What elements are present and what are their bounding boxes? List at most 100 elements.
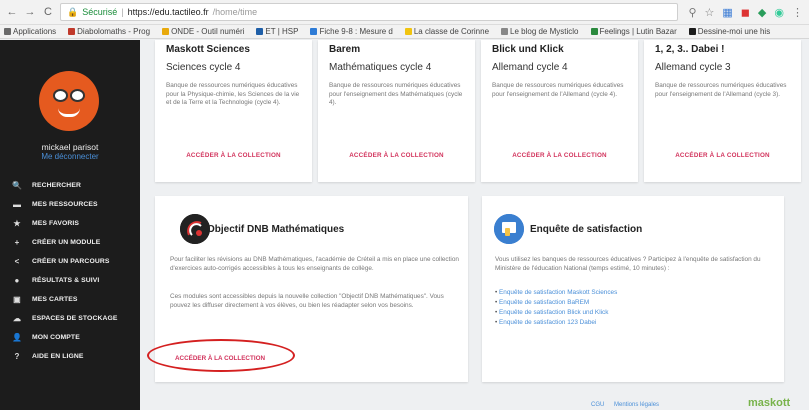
sidebar-item-label: CRÉER UN PARCOURS — [32, 258, 110, 265]
collection-title: 1, 2, 3.. Dabei ! — [655, 44, 725, 55]
dnb-paragraph: Ces modules sont accessibles depuis la n… — [170, 293, 444, 309]
dnb-title: Objectif DNB Mathématiques — [207, 224, 345, 235]
maskott-logo: maskott — [748, 397, 791, 409]
extension-icon[interactable]: ◆ — [758, 6, 766, 19]
sidebar-item[interactable]: ☁ ESPACES DE STOCKAGE — [0, 309, 140, 328]
extension-icon[interactable]: ◉ — [774, 6, 784, 19]
sidebar-item-label: MES FAVORIS — [32, 220, 80, 227]
bookmark-item[interactable]: Dessine-moi une his — [688, 27, 770, 36]
survey-thumb-icon — [494, 214, 524, 244]
collection-subtitle: Allemand cycle 3 — [655, 62, 731, 73]
bookmark-label: La classe de Corinne — [413, 27, 490, 36]
menu-icon: + — [14, 238, 20, 247]
bookmark-icon — [256, 28, 264, 35]
collection-title: Blick und Klick — [492, 44, 564, 55]
sidebar: mickael parisot Me déconnecter 🔍 RECHERCH… — [0, 40, 140, 410]
collection-title: Maskott Sciences — [166, 44, 250, 55]
logout-link[interactable]: Me déconnecter — [0, 152, 140, 161]
secure-label: Sécurisé — [82, 7, 118, 17]
extension-icon[interactable]: ◼ — [741, 6, 750, 19]
sidebar-item[interactable]: ▣ MES CARTES — [0, 290, 140, 309]
footer-cgu-link[interactable]: CGU — [591, 402, 604, 408]
collection-card: Blick und Klick Allemand cycle 4 Banque de… — [481, 40, 638, 182]
menu-icon: ★ — [13, 219, 21, 228]
collection-description: Banque de ressources numériques éducativ… — [166, 82, 300, 106]
collection-subtitle: Sciences cycle 4 — [166, 62, 241, 73]
sidebar-item-label: AIDE EN LIGNE — [32, 353, 84, 360]
menu-icon[interactable]: ⋮ — [792, 6, 803, 19]
user-name: mickael parisot — [41, 142, 99, 152]
collection-description: Banque de ressources numériques éducativ… — [492, 82, 624, 98]
bookmark-item[interactable]: La classe de Corinne — [404, 27, 490, 36]
zoom-icon[interactable]: ⚲ — [688, 6, 696, 19]
reload-icon[interactable]: C — [42, 6, 54, 18]
collection-card: Barem Mathématiques cycle 4 Banque de ress… — [318, 40, 475, 182]
bookmark-label: Feelings | Lutin Bazar — [599, 27, 677, 36]
sidebar-item[interactable]: ★ MES FAVORIS — [0, 214, 140, 233]
survey-title: Enquête de satisfaction — [530, 224, 643, 235]
bookmark-item[interactable]: Applications — [4, 27, 56, 36]
collection-title: Barem — [329, 44, 361, 55]
sidebar-item[interactable]: 👤 MON COMPTE — [0, 328, 140, 347]
collection-description: Banque de ressources numériques éducativ… — [655, 82, 787, 98]
collection-access-link[interactable]: ACCÉDER À LA COLLECTION — [318, 152, 475, 159]
back-icon[interactable]: ← — [6, 6, 18, 18]
bookmark-icon — [590, 28, 598, 35]
star-icon[interactable]: ☆ — [705, 6, 715, 19]
sidebar-item-label: MON COMPTE — [32, 334, 80, 341]
forward-icon[interactable]: → — [24, 6, 36, 18]
collection-access-link[interactable]: ACCÉDER À LA COLLECTION — [481, 152, 638, 159]
survey-link[interactable]: Enquête de satisfaction Maskott Sciences — [495, 288, 617, 298]
browser-toolbar: ← → C 🔒 Sécurisé | https://edu.tactileo.… — [0, 0, 809, 25]
menu-icon: ▬ — [12, 200, 22, 209]
bookmark-icon — [501, 28, 509, 35]
menu-icon: 👤 — [12, 333, 23, 342]
menu-icon: ☁ — [12, 314, 22, 323]
extension-icon[interactable]: ▦ — [722, 6, 732, 19]
bookmark-item[interactable]: Le blog de Mysticlo — [501, 27, 579, 36]
bookmark-icon — [404, 28, 412, 35]
avatar-mouth — [58, 108, 80, 117]
bookmark-label: Le blog de Mysticlo — [510, 27, 579, 36]
bookmark-icon — [4, 28, 11, 35]
bookmark-label: Diabolomaths - Prog — [77, 27, 151, 36]
annotation-circle — [147, 339, 295, 372]
survey-intro: Vous utilisez les banques de ressources … — [495, 256, 761, 272]
collection-card: Maskott Sciences Sciences cycle 4 Banque d… — [155, 40, 312, 182]
collection-subtitle: Mathématiques cycle 4 — [329, 62, 432, 73]
bookmark-icon — [688, 28, 696, 35]
sidebar-item[interactable]: ? AIDE EN LIGNE — [0, 347, 140, 366]
menu-icon: ● — [14, 276, 20, 285]
collection-card: 1, 2, 3.. Dabei ! Allemand cycle 3 Banque … — [644, 40, 801, 182]
menu-icon: ? — [14, 352, 20, 361]
sidebar-item[interactable]: < CRÉER UN PARCOURS — [0, 252, 140, 271]
survey-link[interactable]: Enquête de satisfaction Blick und Klick — [495, 308, 617, 318]
sidebar-item[interactable]: + CRÉER UN MODULE — [0, 233, 140, 252]
collection-access-link[interactable]: ACCÉDER À LA COLLECTION — [644, 152, 801, 159]
address-bar[interactable]: 🔒 Sécurisé | https://edu.tactileo.fr/hom… — [60, 3, 679, 21]
sidebar-menu: 🔍 RECHERCHER ▬ MES RESSOURCES ★ MES FAVORIS + C… — [0, 176, 140, 366]
sidebar-item-label: CRÉER UN MODULE — [32, 239, 101, 246]
sidebar-item-label: RECHERCHER — [32, 182, 81, 189]
survey-link[interactable]: Enquête de satisfaction BaREM — [495, 298, 617, 308]
sidebar-item[interactable]: 🔍 RECHERCHER — [0, 176, 140, 195]
bookmark-label: ONDE - Outil numéri — [171, 27, 245, 36]
lock-icon: 🔒 — [67, 6, 79, 17]
bookmark-item[interactable]: ONDE - Outil numéri — [162, 27, 244, 36]
bookmark-label: Fiche 9-8 : Mesure d — [319, 27, 393, 36]
sidebar-item-label: MES RESSOURCES — [32, 201, 98, 208]
bookmark-item[interactable]: Feelings | Lutin Bazar — [590, 27, 677, 36]
sidebar-item[interactable]: ● RÉSULTATS & SUIVI — [0, 271, 140, 290]
footer-legal-link[interactable]: Mentions légales — [614, 402, 659, 408]
avatar[interactable] — [39, 71, 99, 131]
collection-access-link[interactable]: ACCÉDER À LA COLLECTION — [155, 152, 312, 159]
dnb-logo-icon — [180, 214, 210, 244]
bookmark-item[interactable]: Diabolomaths - Prog — [68, 27, 150, 36]
sidebar-item[interactable]: ▬ MES RESSOURCES — [0, 195, 140, 214]
bookmark-item[interactable]: Fiche 9-8 : Mesure d — [310, 27, 393, 36]
survey-link[interactable]: Enquête de satisfaction 123 Dabei — [495, 318, 617, 328]
dnb-paragraph: Pour faciliter les révisions au DNB Math… — [170, 256, 459, 272]
sidebar-item-label: ESPACES DE STOCKAGE — [32, 315, 118, 322]
survey-links: Enquête de satisfaction Maskott Sciences… — [495, 288, 617, 328]
bookmark-item[interactable]: ET | HSP — [256, 27, 298, 36]
